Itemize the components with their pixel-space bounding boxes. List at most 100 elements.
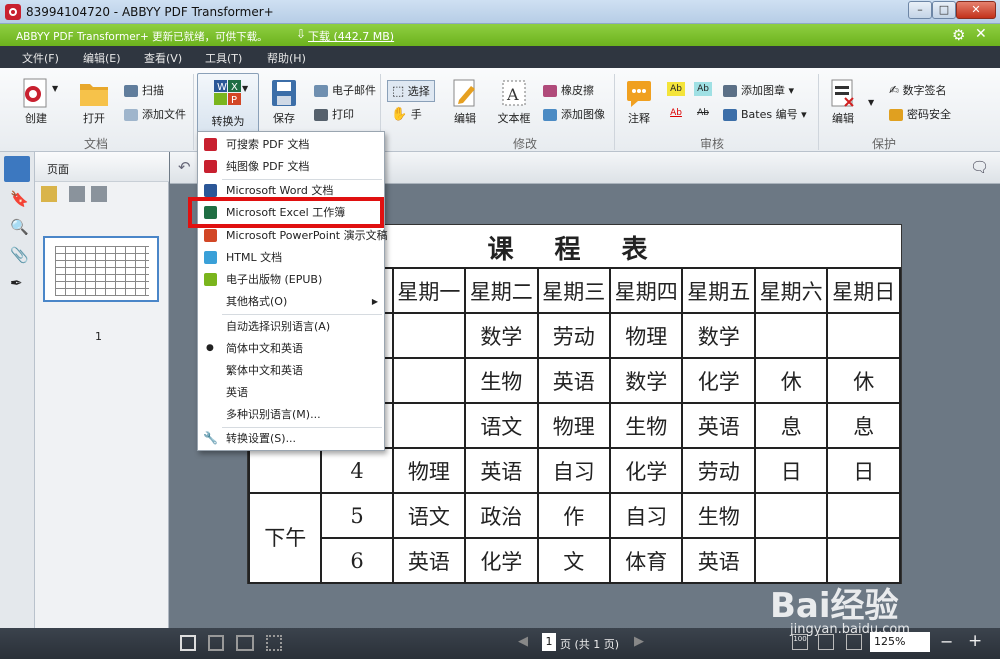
menu-item-label: 电子出版物 (EPUB) xyxy=(226,273,323,286)
select-tool-button[interactable]: ⬚ 选择 xyxy=(387,80,435,102)
download-link[interactable]: 下载 (442.7 MB) xyxy=(308,28,394,44)
close-notification-icon[interactable]: ✕ xyxy=(975,26,987,42)
table-row: 6 英语 化学文体育 英语 xyxy=(249,537,901,584)
menu-help[interactable]: 帮助(H) xyxy=(267,50,306,66)
strikethrough-icon[interactable]: Ab xyxy=(694,106,712,120)
gear-icon[interactable]: ⚙ xyxy=(952,26,965,44)
bookmark-icon[interactable]: 🔖 xyxy=(10,190,29,208)
menu-item-other-formats[interactable]: 其他格式(O) ▶ xyxy=(198,291,384,312)
thumbnail-view-icon[interactable] xyxy=(266,635,282,651)
add-image-button[interactable]: 添加图像 xyxy=(543,106,605,122)
page-options-icon[interactable] xyxy=(41,186,57,202)
select-label: 选择 xyxy=(407,85,430,98)
underline-icon[interactable]: Ab xyxy=(667,106,685,120)
previous-page-icon[interactable]: ◀ xyxy=(518,634,528,649)
edit-button[interactable]: 编辑 xyxy=(446,78,484,126)
hand-tool-button[interactable]: ✋ 手 xyxy=(391,106,422,122)
protect-dropdown-arrow[interactable]: ▼ xyxy=(868,98,874,107)
menu-item-searchable-pdf[interactable]: 可搜索 PDF 文档 xyxy=(198,134,384,155)
highlight-icon[interactable]: Ab xyxy=(667,82,685,96)
table-cell: 5 xyxy=(320,492,394,539)
table-cell xyxy=(826,312,901,359)
maximize-button[interactable]: □ xyxy=(932,1,956,19)
menu-item-epub[interactable]: 电子出版物 (EPUB) xyxy=(198,269,384,290)
menu-item-conversion-settings[interactable]: 🔧 转换设置(S)... xyxy=(198,428,384,449)
minimize-button[interactable]: – xyxy=(908,1,932,19)
digital-signature-button[interactable]: ✍ 数字签名 xyxy=(889,82,947,98)
menu-item-auto-language[interactable]: 自动选择识别语言(A) xyxy=(198,316,384,337)
menu-edit[interactable]: 编辑(E) xyxy=(83,50,121,66)
comment-panel-icon[interactable]: 🗨 xyxy=(970,158,989,176)
menu-item-label: 多种识别语言(M)... xyxy=(226,408,321,421)
separator xyxy=(818,74,819,150)
edit-label: 编辑 xyxy=(454,112,476,125)
print-button[interactable]: 打印 xyxy=(314,106,354,122)
powerpoint-icon xyxy=(204,229,217,242)
bates-icon xyxy=(723,109,737,121)
attachment-icon[interactable]: 📎 xyxy=(10,246,29,264)
two-page-view-icon[interactable] xyxy=(236,635,254,651)
page-thumbnail[interactable] xyxy=(43,236,159,302)
add-stamp-button[interactable]: 添加图章 ▾ xyxy=(723,82,794,98)
comment-button[interactable]: 注释 xyxy=(622,78,656,126)
single-page-view-icon[interactable] xyxy=(180,635,196,651)
email-label: 电子邮件 xyxy=(332,84,376,97)
header-cell: 星期二 xyxy=(464,267,539,314)
table-cell: 英语 xyxy=(464,447,539,494)
signature-panel-icon[interactable]: ✒ xyxy=(10,274,23,292)
menu-view[interactable]: 查看(V) xyxy=(144,50,182,66)
folder-icon xyxy=(80,84,108,106)
search-icon[interactable]: 🔍 xyxy=(10,218,29,236)
menu-file[interactable]: 文件(F) xyxy=(22,50,59,66)
menu-item-label: 英语 xyxy=(226,386,248,399)
protect-edit-label: 编辑 xyxy=(832,112,854,125)
scan-button[interactable]: 扫描 xyxy=(124,82,164,98)
page-number-input[interactable]: 1 xyxy=(542,633,556,651)
submenu-arrow-icon: ▶ xyxy=(371,297,378,306)
open-button[interactable]: 打开 xyxy=(74,78,114,126)
save-button[interactable]: 保存 xyxy=(266,78,302,126)
bates-number-button[interactable]: Bates 编号 ▾ xyxy=(723,106,807,122)
undo-icon[interactable]: ↶ xyxy=(178,158,191,176)
comment-label: 注释 xyxy=(628,112,650,125)
menu-item-simplified-chinese-english[interactable]: ● 简体中文和英语 xyxy=(198,338,384,359)
table-cell: 英语 xyxy=(536,357,612,404)
next-page-icon[interactable]: ▶ xyxy=(634,634,644,649)
highlight-cyan-icon[interactable]: Ab xyxy=(694,82,712,96)
protect-edit-button[interactable]: 编辑 xyxy=(826,78,860,126)
eraser-button[interactable]: 橡皮擦 xyxy=(543,82,594,98)
image-icon xyxy=(543,109,557,121)
menu-tools[interactable]: 工具(T) xyxy=(205,50,242,66)
table-cell xyxy=(826,492,901,539)
password-security-button[interactable]: 密码安全 xyxy=(889,106,951,122)
textbox-button[interactable]: A 文本框 xyxy=(494,78,534,126)
zoom-in-icon[interactable]: + xyxy=(968,631,982,651)
menu-item-traditional-chinese-english[interactable]: 繁体中文和英语 xyxy=(198,360,384,381)
continuous-view-icon[interactable] xyxy=(208,635,224,651)
menu-item-html[interactable]: HTML 文档 xyxy=(198,247,384,268)
add-image-label: 添加图像 xyxy=(561,108,605,121)
cursor-icon: ⬚ xyxy=(392,84,405,99)
add-file-button[interactable]: 添加文件 xyxy=(124,106,186,122)
table-cell: 政治 xyxy=(464,492,539,539)
table-cell: 6 xyxy=(320,537,394,584)
add-stamp-label: 添加图章 xyxy=(741,84,785,97)
menu-item-powerpoint[interactable]: Microsoft PowerPoint 演示文稿 xyxy=(198,225,388,246)
pages-panel-icon[interactable] xyxy=(4,156,30,182)
left-bottom-bar xyxy=(0,628,170,659)
close-button[interactable]: ✕ xyxy=(956,1,996,19)
convert-to-button[interactable]: WXP 转换为 xyxy=(197,73,259,133)
zoom-out-icon[interactable]: − xyxy=(940,632,953,651)
rotate-right-icon[interactable] xyxy=(91,186,107,202)
download-icon: ⇩ xyxy=(296,27,307,41)
convert-to-dropdown: 可搜索 PDF 文档 纯图像 PDF 文档 Microsoft Word 文档 … xyxy=(197,131,388,451)
menu-item-english[interactable]: 英语 xyxy=(198,382,384,403)
create-dropdown-arrow[interactable]: ▼ xyxy=(52,84,58,93)
epub-icon xyxy=(204,273,217,286)
table-cell: 英语 xyxy=(391,537,467,584)
menu-item-multiple-languages[interactable]: 多种识别语言(M)... xyxy=(198,404,384,425)
menu-item-image-pdf[interactable]: 纯图像 PDF 文档 xyxy=(198,156,384,177)
rotate-left-icon[interactable] xyxy=(69,186,85,202)
email-button[interactable]: 电子邮件 xyxy=(314,82,376,98)
convert-dropdown-arrow[interactable]: ▼ xyxy=(242,84,248,93)
